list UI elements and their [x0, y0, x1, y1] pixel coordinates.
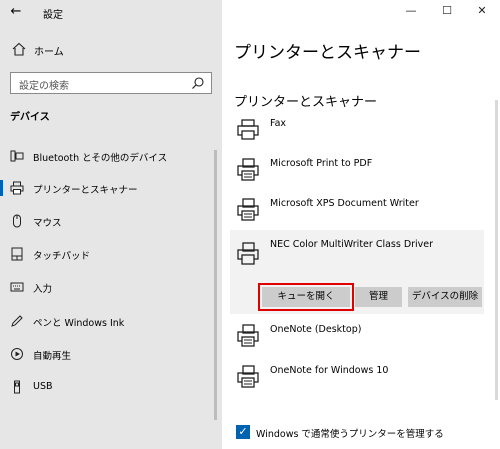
open-queue-button[interactable]: キューを開く [258, 283, 354, 311]
fax-icon [236, 118, 260, 142]
usb-icon [10, 380, 24, 394]
mouse-icon [10, 214, 24, 228]
sidebar-item-label: ペンと Windows Ink [33, 318, 125, 329]
app-title: 設定 [43, 10, 63, 21]
printer-name: OneNote (Desktop) [270, 324, 362, 335]
search-placeholder: 設定の検索 [19, 81, 69, 92]
sidebar-item-label: タッチパッド [33, 251, 91, 262]
sidebar-item-printers[interactable]: プリンターとスキャナー [0, 175, 222, 201]
remove-device-button[interactable]: デバイスの削除 [408, 287, 482, 307]
printer-item-onenote-desktop[interactable]: OneNote (Desktop) [222, 319, 492, 357]
content-pane: — ☐ ✕ プリンターとスキャナー プリンターとスキャナー Fax Micros… [222, 0, 500, 449]
sidebar-item-label: 入力 [33, 284, 53, 295]
sidebar-item-mouse[interactable]: マウス [0, 208, 222, 234]
navigation-pane: ← 設定 ホーム 設定の検索 デバイス Bluetooth とその他のデバイス … [0, 0, 222, 449]
sidebar-item-label: 自動再生 [33, 351, 72, 362]
printer-item-xps[interactable]: Microsoft XPS Document Writer [222, 193, 492, 231]
sidebar-item-usb[interactable]: USB [0, 374, 222, 400]
printer-icon [236, 158, 260, 182]
printer-icon [10, 181, 24, 195]
pen-icon [10, 314, 24, 328]
sidebar-item-pen[interactable]: ペンと Windows Ink [0, 308, 222, 334]
section-title-devices: デバイス [10, 112, 50, 123]
printer-name: NEC Color MultiWriter Class Driver [270, 239, 434, 250]
printer-name: Microsoft XPS Document Writer [270, 198, 419, 209]
printer-icon [236, 198, 260, 222]
touchpad-icon [10, 247, 24, 261]
printer-item-nec-selected[interactable]: NEC Color MultiWriter Class Driver キューを開… [230, 230, 484, 314]
sidebar-item-label: プリンターとスキャナー [33, 185, 138, 196]
sidebar-item-touchpad[interactable]: タッチパッド [0, 241, 222, 267]
printer-name: OneNote for Windows 10 [270, 365, 389, 376]
printer-icon [236, 324, 260, 348]
printer-item-onenote-win10[interactable]: OneNote for Windows 10 [222, 360, 492, 398]
search-input[interactable]: 設定の検索 [10, 72, 212, 94]
sidebar-item-bluetooth[interactable]: Bluetooth とその他のデバイス [0, 143, 222, 169]
keyboard-icon [10, 280, 24, 294]
default-printer-checkbox-label: Windows で通常使うプリンターを管理する [256, 429, 444, 440]
close-button[interactable]: ✕ [469, 3, 495, 19]
sidebar-scrollbar[interactable] [214, 150, 217, 420]
sidebar-item-label: USB [33, 381, 53, 392]
sidebar-item-autoplay[interactable]: 自動再生 [0, 341, 222, 367]
sidebar-item-label: Bluetooth とその他のデバイス [33, 153, 168, 164]
nav-home-label: ホーム [34, 47, 64, 58]
printer-item-pdf[interactable]: Microsoft Print to PDF [222, 153, 492, 191]
page-title: プリンターとスキャナー [234, 43, 421, 63]
search-icon[interactable] [191, 76, 205, 90]
autoplay-icon [10, 347, 24, 361]
bluetooth-devices-icon [10, 149, 24, 163]
content-scrollbar[interactable] [495, 100, 498, 400]
printer-name: Microsoft Print to PDF [270, 158, 373, 169]
printer-name: Fax [270, 118, 287, 129]
nav-home[interactable]: ホーム [0, 38, 222, 62]
back-button[interactable]: ← [6, 4, 26, 20]
home-icon [12, 42, 26, 56]
printer-icon [236, 242, 260, 266]
manage-button[interactable]: 管理 [355, 287, 402, 307]
printer-item-fax[interactable]: Fax [222, 113, 492, 151]
title-bar-left: ← 設定 [0, 0, 222, 24]
default-printer-checkbox[interactable]: ✓ [236, 425, 250, 439]
sidebar-item-label: マウス [33, 218, 62, 229]
minimize-button[interactable]: — [398, 3, 424, 19]
maximize-button[interactable]: ☐ [434, 3, 460, 19]
section-title: プリンターとスキャナー [234, 95, 378, 110]
printer-icon [236, 365, 260, 389]
sidebar-item-input[interactable]: 入力 [0, 274, 222, 300]
